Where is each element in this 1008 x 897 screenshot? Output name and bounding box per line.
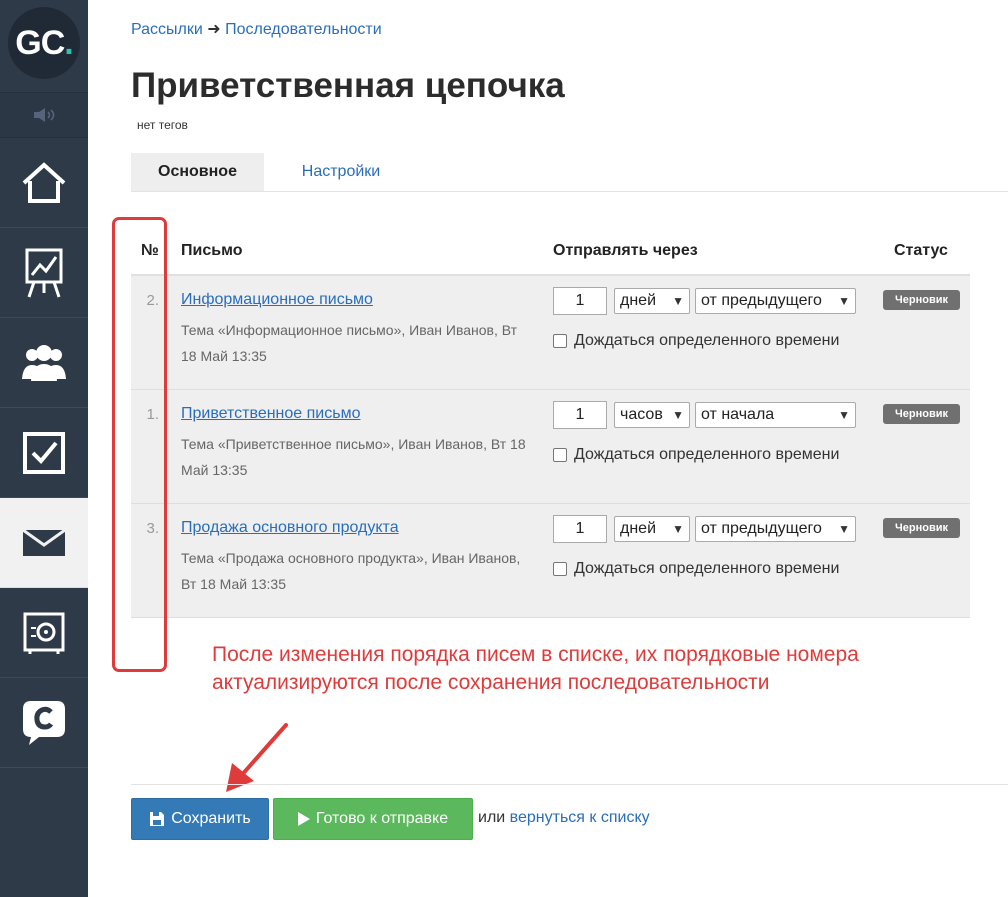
tasks-icon	[23, 431, 65, 474]
chevron-down-icon: ▼	[838, 408, 850, 422]
back-to-list-text: или вернуться к списку	[478, 809, 650, 827]
delay-unit-value: дней	[620, 292, 657, 309]
status-badge: Черновик	[883, 518, 960, 538]
delay-relative-value: от предыдущего	[701, 520, 822, 537]
users-icon	[22, 344, 66, 381]
logo-block[interactable]: GC.	[0, 0, 88, 93]
chevron-down-icon: ▼	[838, 294, 850, 308]
breadcrumb-mailings[interactable]: Рассылки	[131, 21, 203, 38]
status-badge: Черновик	[883, 290, 960, 310]
sidebar: GC.	[0, 0, 88, 897]
header-letter: Письмо	[181, 242, 243, 259]
delay-amount-input[interactable]: 1	[553, 515, 607, 543]
wait-time-checkbox[interactable]	[553, 562, 567, 576]
arrow-annotation-icon	[226, 723, 288, 792]
back-to-list-link[interactable]: вернуться к списку	[510, 809, 650, 826]
sidebar-item-safe[interactable]	[0, 588, 88, 678]
chevron-down-icon: ▼	[672, 522, 684, 536]
wait-time-label: Дождаться определенного времени	[574, 446, 840, 463]
wait-time-option[interactable]: Дождаться определенного времени	[553, 560, 839, 578]
footer-divider	[131, 784, 1008, 785]
wait-time-option[interactable]: Дождаться определенного времени	[553, 446, 839, 464]
table-row[interactable]: 3. Продажа основного продукта Тема «Прод…	[131, 504, 970, 618]
table-row[interactable]: 1. Приветственное письмо Тема «Приветств…	[131, 390, 970, 504]
delay-unit-select[interactable]: часов ▼	[614, 402, 690, 428]
sidebar-item-tasks[interactable]	[0, 408, 88, 498]
sidebar-item-mail[interactable]	[0, 498, 88, 588]
delay-unit-select[interactable]: дней ▼	[614, 516, 690, 542]
header-status: Статус	[894, 242, 948, 259]
delay-relative-value: от начала	[701, 406, 775, 423]
breadcrumb: Рассылки ➜ Последовательности	[131, 19, 382, 39]
wait-time-label: Дождаться определенного времени	[574, 332, 840, 349]
annotation-note: После изменения порядка писем в списке, …	[212, 643, 859, 694]
or-label: или	[478, 809, 506, 826]
letter-title-link[interactable]: Продажа основного продукта	[181, 519, 399, 537]
logo-dot: .	[64, 23, 74, 62]
play-icon	[297, 812, 310, 826]
wait-time-label: Дождаться определенного времени	[574, 560, 840, 577]
delay-relative-select[interactable]: от начала ▼	[695, 402, 856, 428]
table-row[interactable]: 2. Информационное письмо Тема «Информаци…	[131, 276, 970, 390]
page-title: Приветственная цепочка	[131, 66, 565, 105]
sidebar-item-users[interactable]	[0, 318, 88, 408]
delay-unit-value: дней	[620, 520, 657, 537]
sidebar-item-stats[interactable]	[0, 228, 88, 318]
letter-title-link[interactable]: Приветственное письмо	[181, 405, 360, 423]
status-badge: Черновик	[883, 404, 960, 424]
table-header: № Письмо Отправлять через Статус	[131, 230, 970, 276]
sound-toggle[interactable]	[0, 93, 88, 138]
breadcrumb-separator: ➜	[207, 21, 221, 38]
tab-settings[interactable]: Настройки	[286, 153, 396, 191]
annotation-frame	[112, 217, 167, 672]
delay-relative-select[interactable]: от предыдущего ▼	[695, 516, 856, 542]
tabs: Основное Настройки	[131, 153, 1008, 192]
save-button-label: Сохранить	[171, 810, 251, 827]
save-button[interactable]: Сохранить	[131, 798, 269, 840]
tags-label[interactable]: нет тегов	[137, 118, 188, 132]
delay-unit-value: часов	[620, 406, 663, 423]
logo-text: GC	[15, 23, 65, 62]
sidebar-item-chat[interactable]	[0, 678, 88, 768]
chevron-down-icon: ▼	[838, 522, 850, 536]
delay-unit-select[interactable]: дней ▼	[614, 288, 690, 314]
letter-title-link[interactable]: Информационное письмо	[181, 291, 373, 309]
speaker-icon	[34, 108, 55, 122]
letter-subject: Тема «Продажа основного продукта», Иван …	[181, 550, 521, 592]
chevron-down-icon: ▼	[672, 294, 684, 308]
floppy-icon	[149, 811, 165, 827]
chevron-down-icon: ▼	[672, 408, 684, 422]
letter-subject: Тема «Информационное письмо», Иван Ивано…	[181, 322, 518, 364]
header-send-after: Отправлять через	[553, 242, 698, 259]
wait-time-checkbox[interactable]	[553, 334, 567, 348]
chart-icon	[25, 248, 63, 297]
home-icon	[22, 161, 66, 203]
safe-icon	[23, 612, 65, 654]
delay-amount-input[interactable]: 1	[553, 287, 607, 315]
ready-button-label: Готово к отправке	[315, 810, 449, 827]
wait-time-option[interactable]: Дождаться определенного времени	[553, 332, 839, 350]
delay-relative-value: от предыдущего	[701, 292, 822, 309]
logo[interactable]: GC.	[8, 7, 80, 79]
tab-main[interactable]: Основное	[131, 153, 264, 191]
sidebar-item-home[interactable]	[0, 138, 88, 228]
chat-icon	[23, 700, 65, 745]
ready-to-send-button[interactable]: Готово к отправке	[273, 798, 473, 840]
breadcrumb-sequences[interactable]: Последовательности	[225, 21, 382, 38]
mail-icon	[22, 528, 66, 556]
letter-subject: Тема «Приветственное письмо», Иван Ивано…	[181, 436, 526, 478]
delay-relative-select[interactable]: от предыдущего ▼	[695, 288, 856, 314]
wait-time-checkbox[interactable]	[553, 448, 567, 462]
letters-table: № Письмо Отправлять через Статус 2. Инфо…	[131, 230, 970, 618]
delay-amount-input[interactable]: 1	[553, 401, 607, 429]
